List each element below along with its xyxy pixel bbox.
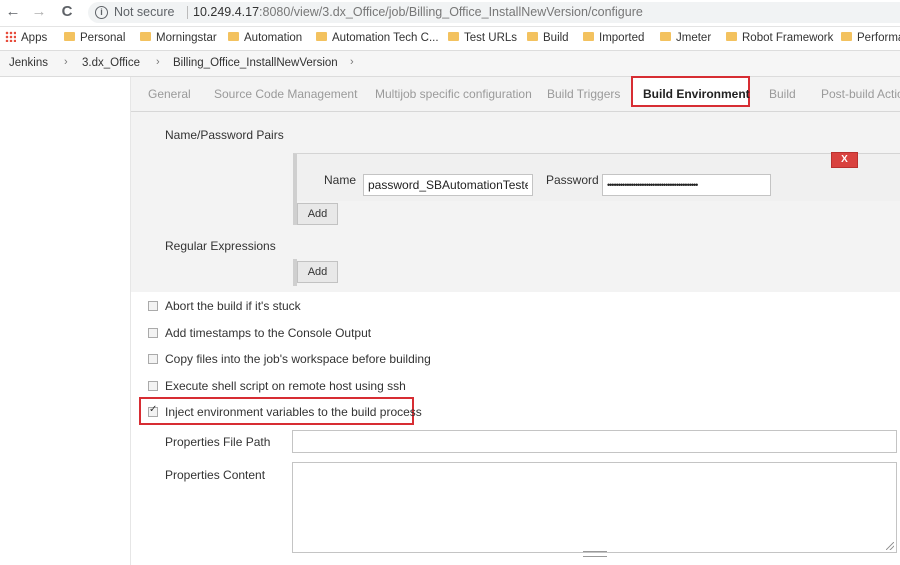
address-bar[interactable]: i Not secure 10.249.4.17:8080/view/3.dx_… — [88, 2, 900, 23]
resize-grip-icon[interactable] — [886, 542, 894, 550]
bookmark-label: Apps — [21, 32, 48, 44]
regular-expressions-label: Regular Expressions — [165, 239, 276, 253]
tab-build-environment[interactable]: Build Environment — [643, 87, 750, 101]
bookmark-label: Jmeter — [676, 32, 712, 44]
checkbox[interactable] — [148, 301, 158, 311]
checkbox-label: Add timestamps to the Console Output — [165, 326, 372, 340]
bookmark-performa[interactable]: Performa — [841, 31, 900, 46]
bookmark-label: Test URLs — [464, 32, 518, 44]
config-main: General Source Code Management Multijob … — [131, 76, 900, 565]
bookmark-label: Morningstar — [156, 32, 217, 44]
bookmark-label: Imported — [599, 32, 645, 44]
checkbox[interactable] — [148, 354, 158, 364]
url-path: :8080/view/3.dx_Office/job/Billing_Offic… — [259, 5, 643, 19]
password-pair-entry: Name Password ••••••••••••••••••••••••••… — [293, 153, 900, 201]
checkbox-label: Copy files into the job's workspace befo… — [165, 352, 431, 366]
forward-arrow-icon[interactable]: → — [30, 3, 48, 21]
breadcrumb-separator-icon[interactable]: › — [156, 56, 160, 68]
browser-toolbar: ← → C i Not secure 10.249.4.17:8080/view… — [0, 0, 900, 27]
copy-files-option[interactable]: Copy files into the job's workspace befo… — [148, 352, 431, 366]
folder-icon — [726, 32, 737, 41]
info-icon[interactable]: i — [95, 6, 108, 19]
checkbox-label: Abort the build if it's stuck — [165, 299, 301, 313]
password-label: Password — [546, 173, 599, 187]
abort-stuck-option[interactable]: Abort the build if it's stuck — [148, 299, 301, 313]
bookmark-jmeter[interactable]: Jmeter — [660, 31, 711, 46]
folder-icon — [527, 32, 538, 41]
tab-post-build-actions[interactable]: Post-build Action — [821, 87, 900, 101]
checkbox[interactable] — [148, 328, 158, 338]
side-panel — [0, 77, 131, 565]
ssh-shell-option[interactable]: Execute shell script on remote host usin… — [148, 379, 406, 393]
checkbox-label: Inject environment variables to the buil… — [165, 405, 422, 419]
add-pair-button[interactable]: Add — [297, 203, 338, 225]
breadcrumb-folder[interactable]: 3.dx_Office — [82, 57, 140, 69]
bookmark-personal[interactable]: Personal — [64, 31, 125, 46]
folder-icon — [841, 32, 852, 41]
delete-pair-button[interactable]: X — [831, 152, 858, 168]
folder-icon — [583, 32, 594, 41]
tab-build[interactable]: Build — [769, 87, 796, 101]
folder-icon — [64, 32, 75, 41]
folder-icon — [316, 32, 327, 41]
name-password-pairs-label: Name/Password Pairs — [165, 128, 284, 142]
bookmark-label: Performa — [857, 32, 900, 44]
password-input[interactable]: ••••••••••••••••••••••••••••••••••••••••… — [602, 174, 771, 196]
password-pairs-section: Name/Password Pairs Name Password ••••••… — [131, 112, 900, 292]
bookmark-imported[interactable]: Imported — [583, 31, 644, 46]
checkbox-label: Execute shell script on remote host usin… — [165, 379, 406, 393]
folder-icon — [140, 32, 151, 41]
properties-file-path-input[interactable] — [292, 430, 897, 453]
checkbox[interactable] — [148, 381, 158, 391]
bookmark-automation[interactable]: Automation — [228, 31, 302, 46]
url-host: 10.249.4.17 — [193, 5, 260, 19]
folder-icon — [448, 32, 459, 41]
breadcrumb-separator-icon[interactable]: › — [64, 56, 68, 68]
tab-build-triggers[interactable]: Build Triggers — [547, 87, 620, 101]
bookmarks-bar: Apps Personal Morningstar Automation Aut… — [0, 27, 900, 51]
bookmark-label: Robot Framework — [742, 32, 834, 44]
tab-source-code-management[interactable]: Source Code Management — [214, 87, 357, 101]
add-regex-button[interactable]: Add — [297, 261, 338, 283]
inject-env-option[interactable]: Inject environment variables to the buil… — [148, 404, 422, 419]
bookmark-label: Automation Tech C... — [332, 32, 439, 44]
tab-multijob-configuration[interactable]: Multijob specific configuration — [375, 87, 532, 101]
name-input[interactable] — [363, 174, 533, 196]
textarea-drag-handle-icon[interactable] — [583, 551, 607, 557]
breadcrumb-jenkins[interactable]: Jenkins — [9, 57, 48, 69]
url-text[interactable]: 10.249.4.17:8080/view/3.dx_Office/job/Bi… — [193, 2, 643, 23]
back-arrow-icon[interactable]: ← — [4, 3, 22, 21]
bookmark-label: Build — [543, 32, 569, 44]
properties-content-label: Properties Content — [165, 468, 266, 482]
breadcrumb-job[interactable]: Billing_Office_InstallNewVersion — [173, 57, 338, 69]
reload-icon[interactable]: C — [58, 3, 76, 21]
config-tab-bar: General Source Code Management Multijob … — [131, 76, 900, 112]
timestamps-option[interactable]: Add timestamps to the Console Output — [148, 326, 371, 340]
name-label: Name — [324, 173, 357, 187]
security-label: Not secure — [114, 5, 175, 19]
omnibox-divider — [187, 6, 188, 19]
breadcrumb-separator-icon[interactable]: › — [350, 56, 354, 68]
properties-file-path-label: Properties File Path — [165, 435, 271, 449]
folder-icon — [228, 32, 239, 41]
tab-general[interactable]: General — [148, 87, 191, 101]
bookmark-morningstar[interactable]: Morningstar — [140, 31, 217, 46]
bookmark-apps[interactable]: Apps — [5, 31, 47, 46]
bookmark-automation-tech[interactable]: Automation Tech C... — [316, 31, 439, 46]
apps-grid-icon — [5, 31, 16, 42]
bookmark-label: Personal — [80, 32, 126, 44]
bookmark-build[interactable]: Build — [527, 31, 569, 46]
folder-icon — [660, 32, 671, 41]
bookmark-test-urls[interactable]: Test URLs — [448, 31, 517, 46]
properties-content-textarea[interactable] — [292, 462, 897, 553]
bookmark-robot-framework[interactable]: Robot Framework — [726, 31, 833, 46]
breadcrumb: Jenkins › 3.dx_Office › Billing_Office_I… — [0, 51, 900, 77]
checkbox-checked[interactable] — [148, 404, 158, 417]
bookmark-label: Automation — [244, 32, 303, 44]
